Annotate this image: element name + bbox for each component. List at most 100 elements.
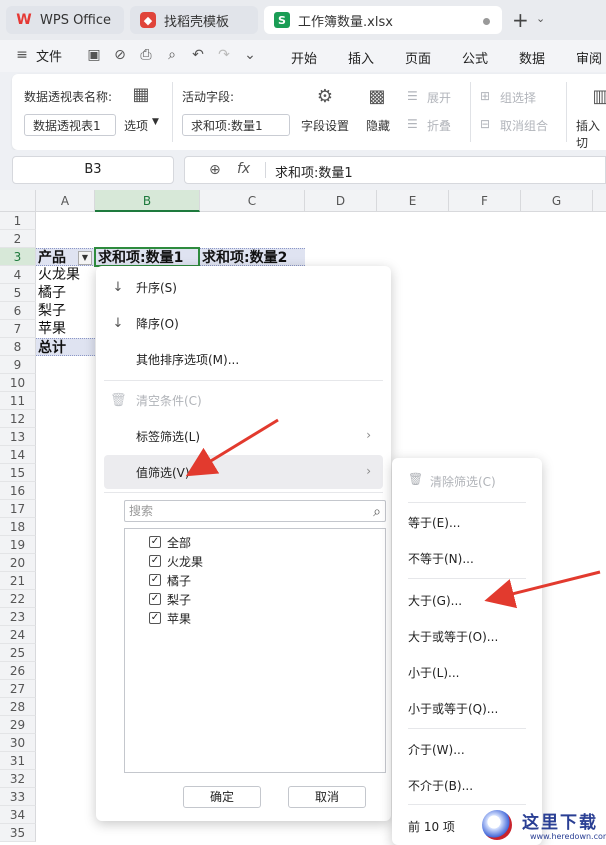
collapse-icon[interactable]: ☰: [407, 117, 418, 131]
menu-review[interactable]: 审阅: [576, 48, 602, 67]
row-header[interactable]: 13: [0, 428, 36, 446]
row-header[interactable]: 22: [0, 590, 36, 608]
menu-insert[interactable]: 插入: [348, 48, 374, 67]
row-header[interactable]: 5: [0, 284, 36, 302]
menu-home[interactable]: 开始: [291, 48, 317, 67]
equals-item[interactable]: 等于(E)...: [408, 514, 460, 531]
greater-or-equal-item[interactable]: 大于或等于(O)...: [408, 628, 498, 645]
checkbox-checked-icon[interactable]: ✓: [149, 593, 161, 605]
not-equals-item[interactable]: 不等于(N)...: [408, 550, 474, 567]
row-header[interactable]: 34: [0, 806, 36, 824]
group-select-button[interactable]: 组选择: [500, 89, 536, 106]
cell-a8[interactable]: 总计: [36, 338, 95, 356]
sort-descending-item[interactable]: ↓ 降序(O): [104, 306, 383, 340]
row-header[interactable]: 27: [0, 680, 36, 698]
formula-text[interactable]: 求和项:数量1: [275, 162, 353, 181]
row-header[interactable]: 20: [0, 554, 36, 572]
cell-a6[interactable]: 梨子: [36, 302, 95, 320]
checkbox-checked-icon[interactable]: ✓: [149, 555, 161, 567]
column-header-a[interactable]: A: [36, 190, 95, 212]
formula-input-box[interactable]: ⊕ fx 求和项:数量1: [184, 156, 606, 184]
less-or-equal-item[interactable]: 小于或等于(Q)...: [408, 700, 498, 717]
row-header[interactable]: 1: [0, 212, 36, 230]
undo-icon[interactable]: ↶: [190, 47, 206, 63]
collapse-button[interactable]: 折叠: [427, 117, 451, 134]
row-header[interactable]: 8: [0, 338, 36, 356]
row-header[interactable]: 2: [0, 230, 36, 248]
more-sort-item[interactable]: 其他排序选项(M)...: [104, 342, 383, 376]
row-header[interactable]: 15: [0, 464, 36, 482]
row-header[interactable]: 30: [0, 734, 36, 752]
cell-a5[interactable]: 橘子: [36, 284, 95, 302]
list-item-all[interactable]: ✓ 全部: [149, 533, 191, 551]
pivot-table-icon[interactable]: ▦: [130, 84, 152, 106]
list-item[interactable]: ✓ 苹果: [149, 609, 191, 627]
ungroup-icon[interactable]: ⊟: [480, 117, 490, 131]
cancel-button[interactable]: 取消: [288, 786, 366, 808]
cell-a7[interactable]: 苹果: [36, 320, 95, 338]
hide-icon[interactable]: ▩: [366, 86, 388, 108]
row-header[interactable]: 35: [0, 824, 36, 842]
unsaved-dot-icon[interactable]: [483, 18, 490, 25]
row-header[interactable]: 28: [0, 698, 36, 716]
active-field-input[interactable]: 求和项:数量1: [182, 114, 290, 136]
row-header[interactable]: 12: [0, 410, 36, 428]
tab-wps-office[interactable]: W WPS Office: [6, 6, 124, 34]
row-header[interactable]: 11: [0, 392, 36, 410]
label-filter-item[interactable]: 标签筛选(L) ›: [104, 419, 383, 453]
chevron-down-icon[interactable]: ⌄: [242, 47, 258, 63]
row-header[interactable]: 33: [0, 788, 36, 806]
menu-formula[interactable]: 公式: [462, 48, 488, 67]
clear-filter-item[interactable]: 清除筛选(C): [430, 473, 496, 490]
cell-c3[interactable]: 求和项:数量2: [200, 248, 305, 266]
field-settings-icon[interactable]: ⚙: [314, 86, 336, 108]
ok-button[interactable]: 确定: [183, 786, 261, 808]
column-header-h[interactable]: [593, 190, 606, 212]
chevron-down-icon[interactable]: ▼: [152, 117, 159, 127]
list-item[interactable]: ✓ 橘子: [149, 571, 191, 589]
top-10-item[interactable]: 前 10 项: [408, 818, 455, 835]
cell-a4[interactable]: 火龙果: [36, 266, 95, 284]
column-header-g[interactable]: G: [521, 190, 593, 212]
new-tab-icon[interactable]: +: [512, 8, 529, 32]
redo-icon[interactable]: ↷: [216, 47, 232, 63]
link-icon[interactable]: ⊘: [112, 47, 128, 63]
column-header-e[interactable]: E: [377, 190, 449, 212]
function-icon[interactable]: fx: [237, 161, 250, 177]
between-item[interactable]: 介于(W)...: [408, 741, 465, 758]
column-header-f[interactable]: F: [449, 190, 521, 212]
row-header[interactable]: 9: [0, 356, 36, 374]
row-header[interactable]: 25: [0, 644, 36, 662]
checkbox-checked-icon[interactable]: ✓: [149, 612, 161, 624]
zoom-icon[interactable]: ⊕: [209, 162, 221, 178]
row-header[interactable]: 32: [0, 770, 36, 788]
filter-item-list[interactable]: ✓ 全部 ✓ 火龙果 ✓ 橘子 ✓ 梨子 ✓ 苹果: [124, 528, 386, 773]
pivot-name-input[interactable]: 数据透视表1: [24, 114, 116, 136]
checkbox-checked-icon[interactable]: ✓: [149, 574, 161, 586]
slicer-icon[interactable]: ▥: [590, 86, 606, 108]
row-header[interactable]: 31: [0, 752, 36, 770]
column-header-c[interactable]: C: [200, 190, 305, 212]
file-menu[interactable]: 文件: [36, 46, 62, 65]
row-header[interactable]: 24: [0, 626, 36, 644]
tab-template[interactable]: ◆ 找稻壳模板: [130, 6, 258, 34]
clear-condition-item[interactable]: 🗑 清空条件(C): [104, 383, 383, 417]
row-header[interactable]: 17: [0, 500, 36, 518]
expand-button[interactable]: 展开: [427, 89, 451, 106]
list-item[interactable]: ✓ 梨子: [149, 590, 191, 608]
value-filter-item[interactable]: 值筛选(V) ›: [104, 455, 383, 489]
checkbox-checked-icon[interactable]: ✓: [149, 536, 161, 548]
save-icon[interactable]: ▣: [86, 47, 102, 63]
hide-button[interactable]: 隐藏: [366, 117, 390, 134]
row-header[interactable]: 23: [0, 608, 36, 626]
ungroup-button[interactable]: 取消组合: [500, 117, 548, 134]
row-header[interactable]: 26: [0, 662, 36, 680]
list-item[interactable]: ✓ 火龙果: [149, 552, 203, 570]
column-header-b[interactable]: B: [95, 190, 200, 212]
row-header[interactable]: 29: [0, 716, 36, 734]
search-input[interactable]: 搜索 ⌕: [124, 500, 386, 522]
cell-b3[interactable]: 求和项:数量1: [94, 247, 200, 267]
print-icon[interactable]: ⎙: [138, 47, 154, 63]
field-settings-button[interactable]: 字段设置: [301, 117, 349, 134]
row-header[interactable]: 7: [0, 320, 36, 338]
